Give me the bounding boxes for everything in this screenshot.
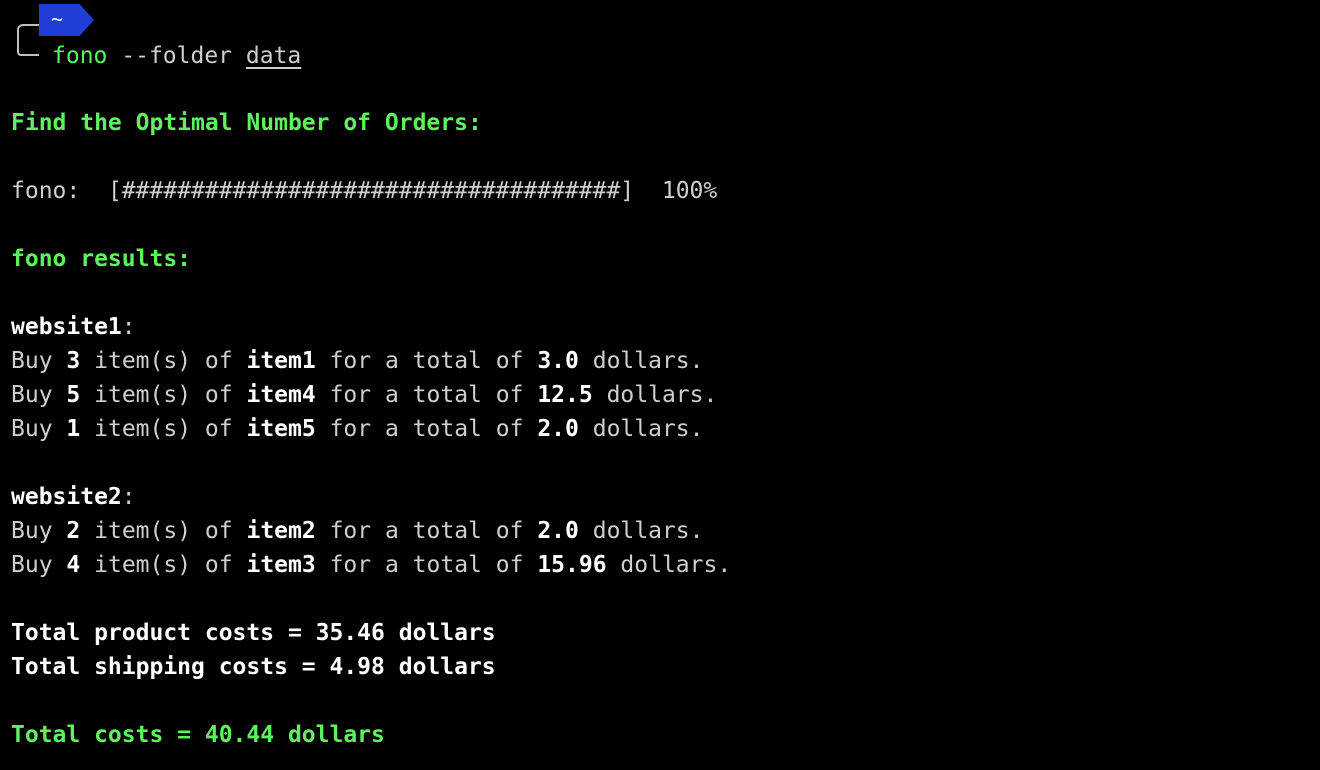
website-heading: website1: <box>11 314 136 340</box>
command-argument: data <box>245 43 302 69</box>
order-line: Buy 3 item(s) of item1 for a total of 3.… <box>11 348 704 374</box>
command-name: fono <box>52 43 108 69</box>
order-qty: 4 <box>66 552 81 578</box>
total-costs: Total costs = 40.44 dollars <box>11 722 385 748</box>
order-total: 2.0 <box>537 416 579 442</box>
prompt-bracket <box>17 24 39 56</box>
prompt-directory-badge: ~ <box>39 4 94 36</box>
total-shipping-costs: Total shipping costs = 4.98 dollars <box>11 654 496 680</box>
progress-bar: [####################################] <box>107 178 635 204</box>
order-qty: 5 <box>66 382 81 408</box>
order-line: Buy 1 item(s) of item5 for a total of 2.… <box>11 416 704 442</box>
progress-line: fono: [#################################… <box>11 174 717 208</box>
order-total: 3.0 <box>537 348 579 374</box>
order-item: item3 <box>246 552 316 578</box>
website-name: website2 <box>11 484 122 510</box>
section-heading: Find the Optimal Number of Orders: <box>11 110 482 136</box>
total-product-costs: Total product costs = 35.46 dollars <box>11 620 496 646</box>
results-heading: fono results: <box>11 246 192 272</box>
order-total: 15.96 <box>537 552 607 578</box>
order-item: item4 <box>246 382 316 408</box>
order-item: item5 <box>246 416 316 442</box>
progress-percent: 100% <box>661 178 718 204</box>
order-qty: 2 <box>66 518 81 544</box>
order-qty: 1 <box>66 416 81 442</box>
order-qty: 3 <box>66 348 81 374</box>
command-flag: --folder <box>121 43 233 69</box>
order-line: Buy 2 item(s) of item2 for a total of 2.… <box>11 518 704 544</box>
order-line: Buy 5 item(s) of item4 for a total of 12… <box>11 382 718 408</box>
order-item: item1 <box>246 348 316 374</box>
order-total: 2.0 <box>537 518 579 544</box>
order-item: item2 <box>246 518 316 544</box>
terminal-window[interactable]: ~ fono --folder data Find the Optimal Nu… <box>0 0 1320 770</box>
order-total: 12.5 <box>537 382 593 408</box>
website-heading: website2: <box>11 484 136 510</box>
order-line: Buy 4 item(s) of item3 for a total of 15… <box>11 552 732 578</box>
website-name: website1 <box>11 314 122 340</box>
progress-label: fono: <box>11 178 81 204</box>
command-line: fono --folder data <box>52 40 301 72</box>
